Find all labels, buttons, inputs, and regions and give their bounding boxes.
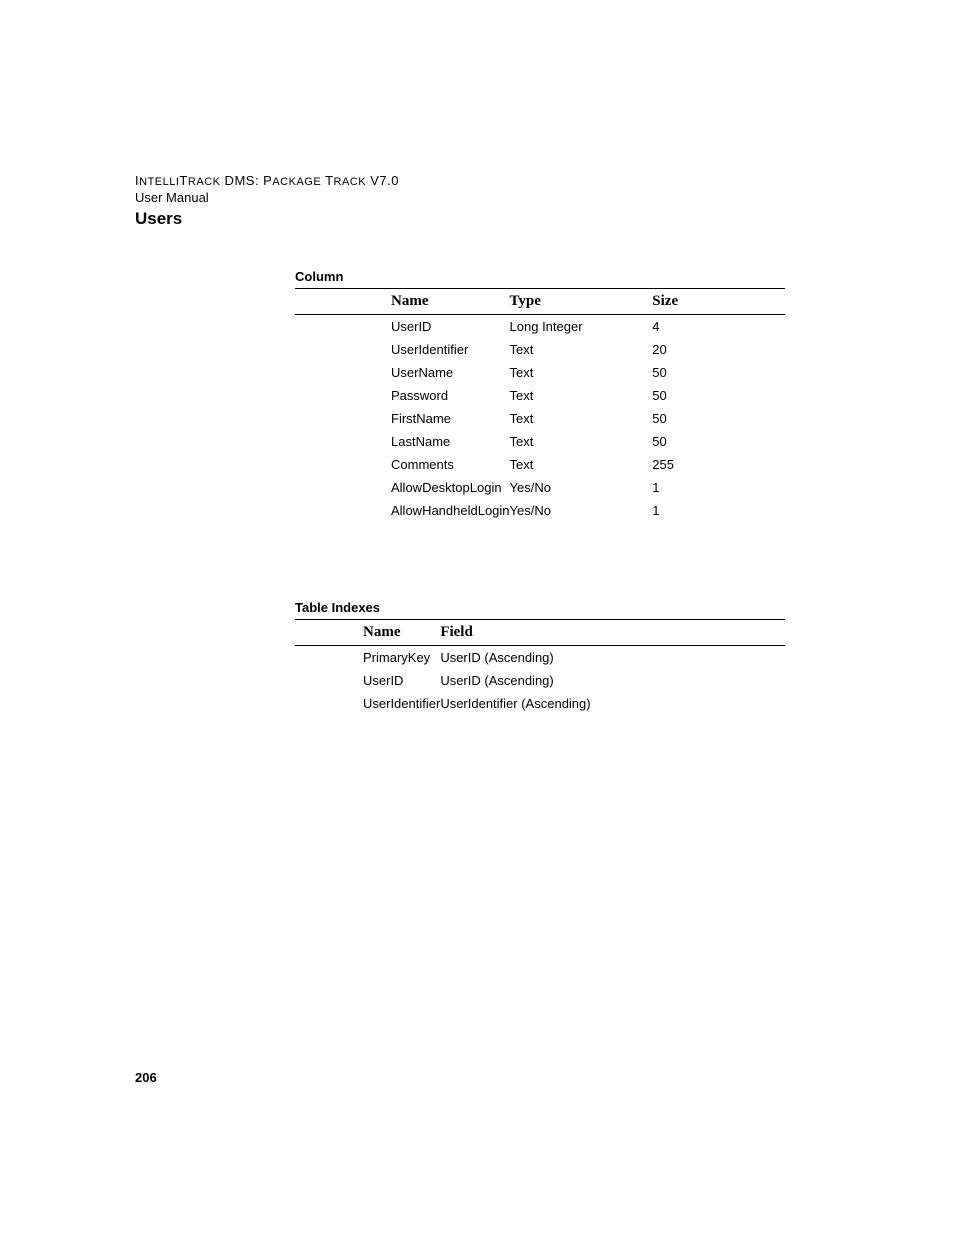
- cell-name: AllowHandheldLogin: [295, 499, 510, 522]
- table-row: UserIdentifierUserIdentifier (Ascending): [295, 692, 785, 715]
- cell-size: 50: [652, 361, 785, 384]
- cell-index-name: UserIdentifier: [295, 692, 440, 715]
- cell-name: UserIdentifier: [295, 338, 510, 361]
- table-row: UserIDLong Integer4: [295, 315, 785, 339]
- cell-index-name: PrimaryKey: [295, 646, 440, 670]
- table-row: PrimaryKeyUserID (Ascending): [295, 646, 785, 670]
- cell-type: Long Integer: [510, 315, 653, 339]
- table-row: PasswordText50: [295, 384, 785, 407]
- page-number: 206: [135, 1070, 157, 1085]
- table-row: CommentsText255: [295, 453, 785, 476]
- cell-name: UserID: [295, 315, 510, 339]
- cell-name: FirstName: [295, 407, 510, 430]
- col-header-type: Type: [510, 289, 653, 315]
- cell-name: AllowDesktopLogin: [295, 476, 510, 499]
- cell-size: 50: [652, 407, 785, 430]
- cell-type: Text: [510, 430, 653, 453]
- table-row: UserNameText50: [295, 361, 785, 384]
- doc-header-line1: INTELLITRACK DMS: PACKAGE TRACK V7.0: [135, 173, 819, 188]
- cell-size: 50: [652, 384, 785, 407]
- cell-index-field: UserIdentifier (Ascending): [440, 692, 785, 715]
- column-section-label: Column: [295, 269, 819, 284]
- cell-size: 1: [652, 476, 785, 499]
- cell-type: Text: [510, 338, 653, 361]
- doc-header-line2: User Manual: [135, 190, 819, 205]
- cell-type: Yes/No: [510, 499, 653, 522]
- cell-size: 20: [652, 338, 785, 361]
- section-title: Users: [135, 209, 819, 229]
- cell-type: Text: [510, 407, 653, 430]
- table-row: UserIdentifierText20: [295, 338, 785, 361]
- cell-type: Text: [510, 361, 653, 384]
- col-header-size: Size: [652, 289, 785, 315]
- columns-table: Name Type Size UserIDLong Integer4UserId…: [295, 288, 785, 522]
- table-row: AllowHandheldLoginYes/No1: [295, 499, 785, 522]
- table-row: FirstNameText50: [295, 407, 785, 430]
- cell-type: Text: [510, 453, 653, 476]
- cell-name: Comments: [295, 453, 510, 476]
- cell-size: 4: [652, 315, 785, 339]
- cell-name: LastName: [295, 430, 510, 453]
- cell-index-field: UserID (Ascending): [440, 669, 785, 692]
- cell-index-field: UserID (Ascending): [440, 646, 785, 670]
- col-header-name: Name: [295, 289, 510, 315]
- cell-size: 50: [652, 430, 785, 453]
- table-row: LastNameText50: [295, 430, 785, 453]
- cell-type: Yes/No: [510, 476, 653, 499]
- idx-header-field: Field: [440, 620, 785, 646]
- cell-type: Text: [510, 384, 653, 407]
- idx-header-name: Name: [295, 620, 440, 646]
- cell-index-name: UserID: [295, 669, 440, 692]
- indexes-table: Name Field PrimaryKeyUserID (Ascending)U…: [295, 619, 785, 715]
- cell-size: 255: [652, 453, 785, 476]
- cell-name: Password: [295, 384, 510, 407]
- cell-name: UserName: [295, 361, 510, 384]
- table-row: UserIDUserID (Ascending): [295, 669, 785, 692]
- table-row: AllowDesktopLoginYes/No1: [295, 476, 785, 499]
- index-section-label: Table Indexes: [295, 600, 819, 615]
- cell-size: 1: [652, 499, 785, 522]
